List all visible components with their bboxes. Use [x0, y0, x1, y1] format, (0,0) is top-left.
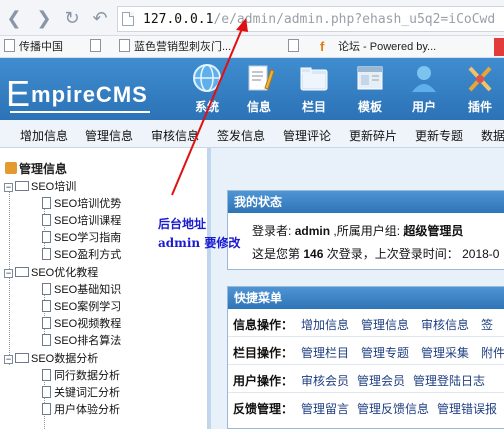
annotation-line-1: 后台地址 [158, 217, 207, 231]
annotation-arrow [171, 18, 248, 196]
annotation-line-2: admin 要修改 [158, 236, 241, 250]
